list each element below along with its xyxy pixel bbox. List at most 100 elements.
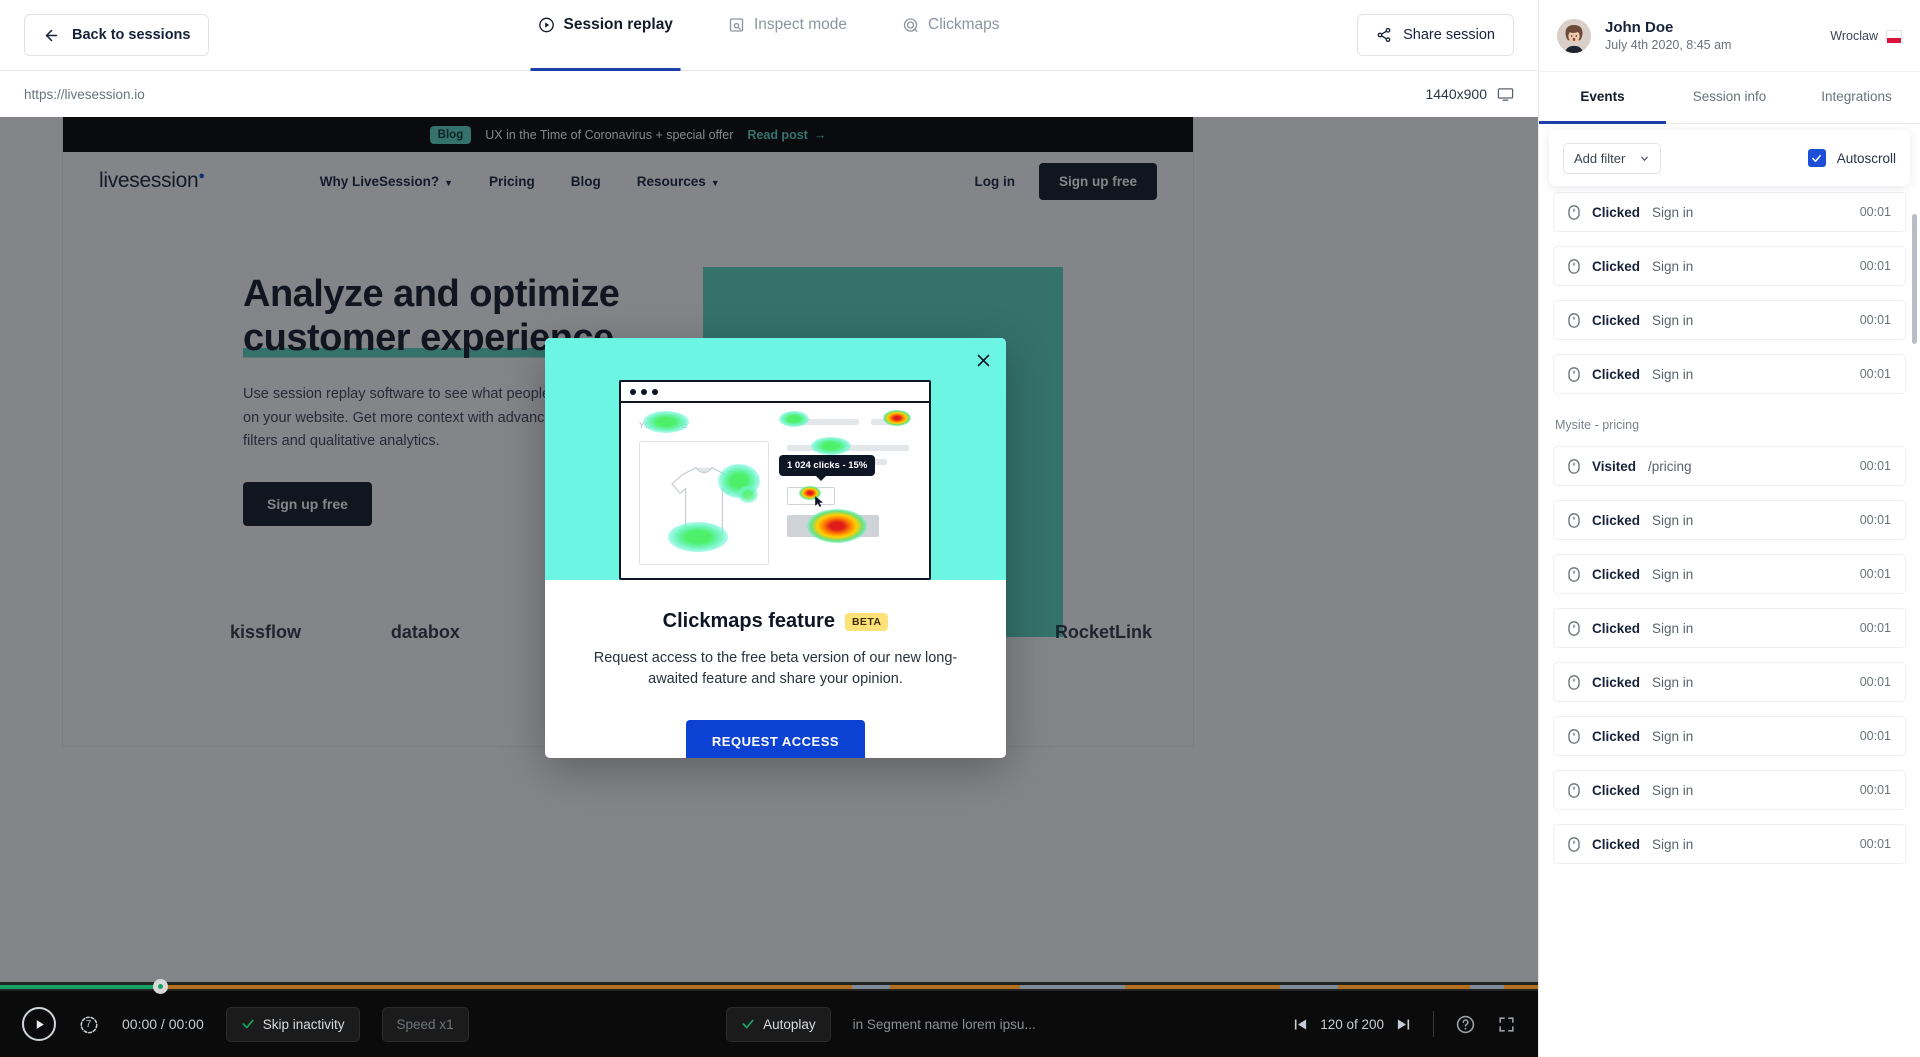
hot-blob — [807, 509, 867, 543]
autoscroll-toggle[interactable]: Autoscroll — [1808, 149, 1896, 167]
timeline-inactive-segment — [852, 985, 890, 989]
tab-integrations[interactable]: Integrations — [1793, 72, 1920, 124]
event-time: 00:01 — [1860, 367, 1891, 381]
skip-inactivity-toggle[interactable]: Skip inactivity — [226, 1007, 360, 1042]
tab-inspect-mode[interactable]: Inspect mode — [721, 0, 855, 71]
check-icon — [1811, 153, 1822, 164]
event-target: Sign in — [1652, 729, 1693, 744]
tab-integrations-label: Integrations — [1821, 89, 1892, 104]
list-item[interactable]: Clicked Sign in 00:01 — [1553, 554, 1906, 594]
list-item[interactable]: Clicked Sign in 00:01 — [1553, 246, 1906, 286]
event-target: /pricing — [1648, 459, 1692, 474]
timeline-scrubber[interactable] — [0, 982, 1538, 991]
event-time: 00:01 — [1860, 567, 1891, 581]
arrow-left-icon — [43, 27, 60, 44]
list-item[interactable]: Clicked Sign in 00:01 — [1553, 354, 1906, 394]
tab-session-replay[interactable]: Session replay — [531, 0, 681, 71]
timeline-progress — [0, 985, 160, 989]
skip-inactivity-label: Skip inactivity — [263, 1017, 345, 1032]
user-meta: John Doe July 4th 2020, 8:45 am — [1605, 19, 1731, 52]
window-dot-icon — [630, 389, 636, 395]
skip-back-icon[interactable] — [1293, 1017, 1308, 1032]
tab-session-info-label: Session info — [1693, 89, 1767, 104]
list-item[interactable]: Visited /pricing 00:01 — [1553, 446, 1906, 486]
event-type: Clicked — [1592, 313, 1640, 328]
session-url: https://livesession.io — [24, 87, 145, 102]
rewind-7-button[interactable]: 7 — [78, 1013, 100, 1035]
heat-blob — [779, 411, 809, 427]
list-item[interactable]: Clicked Sign in 00:01 — [1553, 716, 1906, 756]
speed-label: Speed x1 — [397, 1017, 454, 1032]
list-item[interactable]: Clicked Sign in 00:01 — [1553, 824, 1906, 864]
event-target: Sign in — [1652, 313, 1693, 328]
event-target: Sign in — [1652, 837, 1693, 852]
tab-session-info[interactable]: Session info — [1666, 72, 1793, 124]
mouse-icon — [1568, 837, 1580, 852]
autoscroll-checkbox[interactable] — [1808, 149, 1826, 167]
list-item[interactable]: Clicked Sign in 00:01 — [1553, 662, 1906, 702]
clickmap-icon — [903, 17, 919, 33]
tab-events[interactable]: Events — [1539, 72, 1666, 124]
mock-product-box — [639, 441, 769, 565]
session-sidebar: John Doe July 4th 2020, 8:45 am Wroclaw … — [1538, 0, 1920, 1057]
add-filter-select[interactable]: Add filter — [1563, 143, 1661, 174]
list-item[interactable]: Clicked Sign in 00:01 — [1553, 192, 1906, 232]
event-time: 00:01 — [1860, 259, 1891, 273]
autoplay-label: Autoplay — [763, 1017, 816, 1032]
tab-clickmaps[interactable]: Clickmaps — [895, 0, 1007, 71]
rewind-seconds-label: 7 — [86, 1019, 92, 1030]
list-item[interactable]: Clicked Sign in 00:01 — [1553, 300, 1906, 340]
event-time: 00:01 — [1860, 205, 1891, 219]
user-session-date: July 4th 2020, 8:45 am — [1605, 38, 1731, 52]
mouse-icon — [1568, 621, 1580, 636]
timeline-inactive-segment — [1470, 985, 1504, 989]
event-type: Visited — [1592, 459, 1636, 474]
heat-blob — [668, 522, 728, 552]
event-type: Clicked — [1592, 837, 1640, 852]
event-time: 00:01 — [1860, 729, 1891, 743]
play-circle-icon — [539, 17, 555, 33]
tab-clickmaps-label: Clickmaps — [928, 16, 999, 34]
replay-viewport[interactable]: Blog UX in the Time of Coronavirus + spe… — [0, 117, 1538, 1057]
user-card: John Doe July 4th 2020, 8:45 am Wroclaw — [1539, 0, 1920, 72]
user-location: Wroclaw — [1830, 29, 1902, 43]
beta-badge: BETA — [845, 613, 888, 631]
mouse-icon — [1568, 259, 1580, 274]
list-item[interactable]: Clicked Sign in 00:01 — [1553, 500, 1906, 540]
browser-content: YOUR SITE — [621, 403, 929, 580]
fullscreen-icon[interactable] — [1497, 1015, 1516, 1034]
close-icon[interactable] — [970, 347, 996, 373]
event-target: Sign in — [1652, 259, 1693, 274]
check-icon — [241, 1017, 255, 1031]
mouse-icon — [1568, 459, 1580, 474]
share-session-button[interactable]: Share session — [1357, 14, 1514, 56]
hot-blob — [883, 410, 911, 426]
monitor-icon — [1497, 86, 1514, 103]
play-button[interactable] — [22, 1007, 56, 1041]
modal-description: Request access to the free beta version … — [577, 648, 974, 690]
event-time: 00:01 — [1860, 313, 1891, 327]
autoplay-toggle[interactable]: Autoplay — [726, 1007, 831, 1042]
speed-button[interactable]: Speed x1 — [382, 1007, 469, 1042]
clickmaps-beta-modal: YOUR SITE — [545, 338, 1006, 758]
event-target: Sign in — [1652, 675, 1693, 690]
event-target: Sign in — [1652, 513, 1693, 528]
help-icon[interactable] — [1456, 1015, 1475, 1034]
event-type: Clicked — [1592, 675, 1640, 690]
list-item[interactable]: Clicked Sign in 00:01 — [1553, 608, 1906, 648]
request-access-button[interactable]: REQUEST ACCESS — [686, 720, 865, 758]
heat-blob — [738, 486, 758, 503]
timeline-inactive-segment — [1020, 985, 1125, 989]
window-dot-icon — [641, 389, 647, 395]
timeline-thumb[interactable] — [153, 979, 168, 994]
tab-inspect-mode-label: Inspect mode — [754, 16, 847, 34]
list-item[interactable]: Clicked Sign in 00:01 — [1553, 770, 1906, 810]
event-time: 00:01 — [1860, 621, 1891, 635]
events-list[interactable]: Clicked Sign in 00:01 Clicked Sign in 00… — [1539, 124, 1920, 1057]
back-to-sessions-button[interactable]: Back to sessions — [24, 14, 209, 56]
events-scrollbar[interactable] — [1912, 214, 1917, 344]
heat-blob — [643, 411, 689, 433]
replay-tabs: Session replay Inspect mode Clickmaps — [531, 0, 1008, 71]
mouse-icon — [1568, 513, 1580, 528]
skip-forward-icon[interactable] — [1396, 1017, 1411, 1032]
